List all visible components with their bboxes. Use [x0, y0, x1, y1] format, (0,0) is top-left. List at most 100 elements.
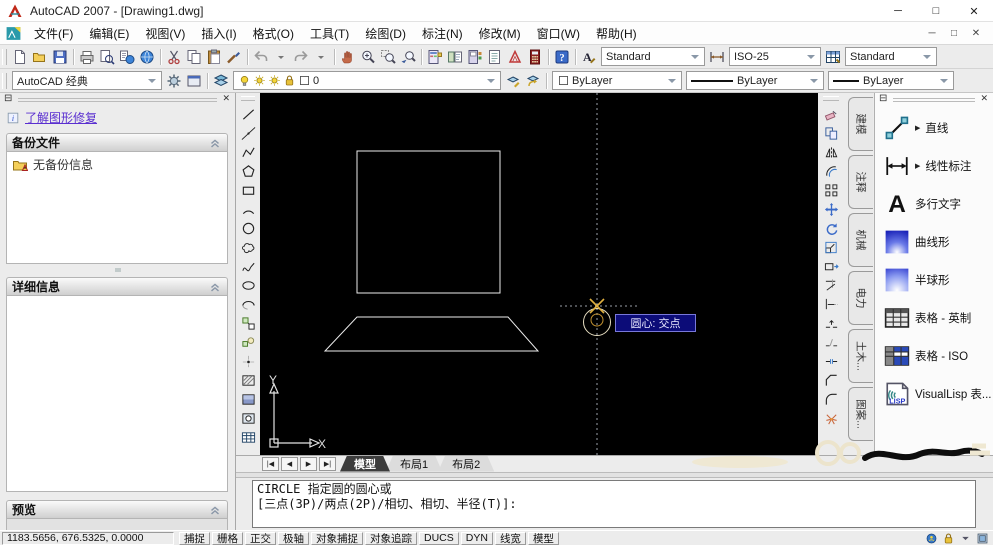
palette-tab-modeling[interactable]: 建模 — [848, 97, 873, 151]
properties-button[interactable] — [425, 47, 445, 67]
backup-section-header[interactable]: 备份文件 — [6, 133, 228, 152]
table-style-combo[interactable]: Standard — [845, 47, 937, 66]
tab-next-button[interactable]: ▶ — [300, 456, 317, 471]
ellipse-arc-button[interactable] — [238, 295, 258, 314]
menu-item-edit[interactable]: 编辑(E) — [81, 24, 137, 44]
close-button[interactable]: ✕ — [955, 0, 993, 22]
make-block-button[interactable] — [238, 333, 258, 352]
status-dyn-button[interactable]: DYN — [460, 531, 493, 545]
chamfer-button[interactable] — [821, 371, 841, 390]
stretch-button[interactable] — [821, 257, 841, 276]
paste-button[interactable] — [204, 47, 224, 67]
status-ortho-button[interactable]: 正交 — [245, 531, 276, 545]
mirror-button[interactable] — [821, 143, 841, 162]
communication-center-button[interactable] — [924, 532, 939, 545]
command-window[interactable]: CIRCLE 指定圆的圆心或 [三点(3P)/两点(2P)/相切、相切、半径(T… — [252, 480, 976, 528]
dropdown-arrow-button[interactable] — [311, 47, 331, 67]
layout-tab-model[interactable]: 模型 — [340, 456, 390, 472]
layer-combo[interactable]: 0 — [233, 71, 501, 90]
rectangle-button[interactable] — [238, 181, 258, 200]
status-polar-button[interactable]: 极轴 — [278, 531, 309, 545]
menu-item-window[interactable]: 窗口(W) — [529, 24, 588, 44]
panel-splitter-handle[interactable] — [110, 266, 126, 274]
menu-item-insert[interactable]: 插入(I) — [193, 24, 244, 44]
circle-button[interactable] — [238, 219, 258, 238]
polyline-button[interactable] — [238, 143, 258, 162]
menu-item-modify[interactable]: 修改(M) — [471, 24, 529, 44]
toolbar-grip[interactable] — [823, 96, 839, 101]
backup-empty-item[interactable]: 无备份信息 — [7, 152, 227, 177]
chevron-up-double-icon[interactable] — [208, 136, 222, 150]
status-otrack-button[interactable]: 对象追踪 — [365, 531, 417, 545]
insert-block-button[interactable] — [238, 314, 258, 333]
gradient-button[interactable] — [238, 390, 258, 409]
layer-previous-button[interactable] — [523, 71, 543, 91]
scale-button[interactable] — [821, 238, 841, 257]
fillet-button[interactable] — [821, 390, 841, 409]
palette-item-table-iso[interactable]: 表格 - ISO — [875, 337, 993, 375]
palette-tab-annotation[interactable]: 注释 — [848, 155, 873, 209]
polygon-button[interactable] — [238, 162, 258, 181]
make-layer-current-button[interactable] — [503, 71, 523, 91]
zoom-previous-button[interactable] — [398, 47, 418, 67]
arc-button[interactable] — [238, 200, 258, 219]
pan-button[interactable] — [338, 47, 358, 67]
menu-item-file[interactable]: 文件(F) — [26, 24, 81, 44]
combo-arrow-icon[interactable] — [145, 73, 159, 88]
open-button[interactable] — [30, 47, 50, 67]
app-menu-icon[interactable] — [5, 25, 22, 42]
tab-previous-button[interactable]: ◀ — [281, 456, 298, 471]
status-grid-button[interactable]: 栅格 — [212, 531, 243, 545]
copy-object-button[interactable] — [821, 124, 841, 143]
chevron-up-double-icon[interactable] — [208, 503, 222, 517]
save-button[interactable] — [50, 47, 70, 67]
palette-item-visuallisp[interactable]: LISP VisualLisp 表... — [875, 375, 993, 413]
point-button[interactable] — [238, 352, 258, 371]
workspace-save-button[interactable] — [184, 71, 204, 91]
toolbar-grip[interactable] — [2, 48, 7, 65]
combo-arrow-icon[interactable] — [804, 49, 818, 64]
panel-close-icon[interactable]: ✕ — [222, 93, 230, 104]
mdi-close-button[interactable]: ✕ — [965, 28, 987, 39]
tab-last-button[interactable]: ▶| — [319, 456, 336, 471]
chevron-up-double-icon[interactable] — [208, 280, 222, 294]
redo-button[interactable] — [291, 47, 311, 67]
panel-minimize-icon[interactable]: ⊟ — [4, 93, 12, 104]
palette-minimize-icon[interactable]: ⊟ — [879, 93, 887, 104]
palette-grip[interactable] — [893, 98, 975, 102]
break-at-point-button[interactable] — [821, 314, 841, 333]
toolbar-grip[interactable] — [2, 72, 7, 89]
move-button[interactable] — [821, 200, 841, 219]
sheetset-manager-button[interactable] — [485, 47, 505, 67]
new-button[interactable] — [10, 47, 30, 67]
palette-item-curve-gradient[interactable]: 曲线形 — [875, 223, 993, 261]
drawing-canvas[interactable]: Y X 圆心: 交点 — [260, 93, 818, 455]
combo-arrow-icon[interactable] — [920, 49, 934, 64]
ellipse-button[interactable] — [238, 276, 258, 295]
combo-arrow-icon[interactable] — [807, 73, 821, 88]
status-osnap-button[interactable]: 对象捕捉 — [311, 531, 363, 545]
rotate-button[interactable] — [821, 219, 841, 238]
match-properties-button[interactable] — [224, 47, 244, 67]
layout-tab-layout1[interactable]: 布局1 — [386, 456, 442, 472]
lineweight-combo[interactable]: ByLayer — [828, 71, 954, 90]
palette-tab-mechanical[interactable]: 机械 — [848, 213, 873, 267]
palette-tab-electrical[interactable]: 电力 — [848, 271, 873, 325]
explode-button[interactable] — [821, 409, 841, 428]
toolbar-lock-button[interactable] — [941, 532, 956, 545]
mdi-minimize-button[interactable]: ─ — [921, 28, 943, 39]
status-model-button[interactable]: 模型 — [527, 531, 559, 545]
combo-arrow-icon[interactable] — [937, 73, 951, 88]
recovery-help-link[interactable]: 了解图形修复 — [25, 109, 97, 126]
markup-manager-button[interactable] — [505, 47, 525, 67]
copy-button[interactable] — [184, 47, 204, 67]
trim-button[interactable] — [821, 276, 841, 295]
clean-screen-button[interactable] — [975, 532, 990, 545]
dropdown-arrow-button[interactable] — [271, 47, 291, 67]
publish-button[interactable] — [117, 47, 137, 67]
zoom-window-button[interactable] — [378, 47, 398, 67]
construction-line-button[interactable] — [238, 124, 258, 143]
palette-close-icon[interactable]: ✕ — [980, 93, 988, 104]
join-button[interactable] — [821, 352, 841, 371]
coordinates-display[interactable]: 1183.5656, 676.5325, 0.0000 — [2, 531, 174, 545]
